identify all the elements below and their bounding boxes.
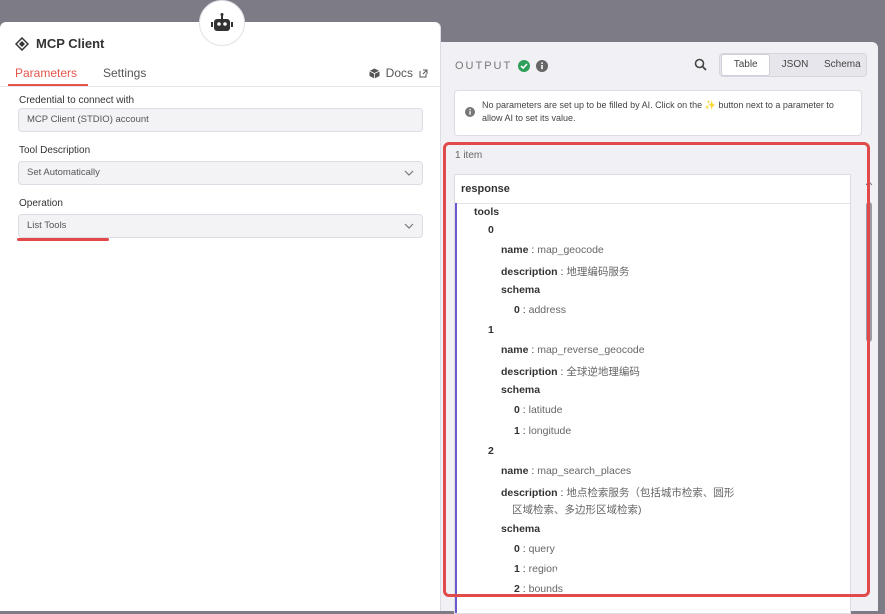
item-count: 1 item (455, 150, 483, 161)
tree-entry-name[interactable]: name : map_reverse_geocode (501, 344, 645, 356)
docs-label: Docs (385, 66, 413, 80)
active-tab-indicator (8, 84, 88, 86)
tab-settings[interactable]: Settings (103, 66, 146, 80)
view-json-button[interactable]: JSON (771, 55, 818, 75)
output-header: OUTPUT (455, 60, 549, 72)
tree-entry-description[interactable]: description : 地理编码服务 (501, 264, 629, 279)
tree-entry-name[interactable]: name : map_geocode (501, 244, 604, 256)
tree-key-tools[interactable]: tools (474, 206, 499, 218)
credential-select[interactable]: MCP Client (STDIO) account (18, 108, 423, 132)
view-schema-button[interactable]: Schema (819, 55, 866, 75)
tree-entry-description[interactable]: description : 地点检索服务（包括城市检索、圆形 (501, 485, 734, 500)
tree-index-2[interactable]: 2 (488, 445, 494, 457)
box-icon (368, 68, 380, 78)
chevron-down-icon (404, 170, 414, 176)
view-mode-toggle: Table JSON Schema (719, 53, 867, 77)
tree-schema-item[interactable]: 0 : query (514, 543, 555, 555)
tool-description-label: Tool Description (19, 145, 91, 156)
operation-value: List Tools (27, 220, 67, 231)
tree-entry-description[interactable]: description : 全球逆地理编码 (501, 364, 640, 379)
column-header: response (455, 175, 850, 204)
node-robot-icon (199, 0, 245, 46)
operation-select[interactable]: List Tools (18, 214, 423, 238)
watermark-text: 公众号 · 产品经理瞎比比 (589, 566, 798, 586)
tree-schema-item[interactable]: 1 : longitude (514, 425, 571, 437)
info-icon[interactable] (536, 60, 549, 72)
output-table: response tools 0 name : map_geocode desc… (454, 174, 851, 614)
view-table-button[interactable]: Table (721, 54, 771, 76)
scroll-up-icon[interactable] (865, 180, 873, 188)
output-title: OUTPUT (455, 60, 513, 72)
credential-label: Credential to connect with (19, 95, 135, 106)
tree-key-schema[interactable]: schema (501, 284, 540, 296)
search-icon[interactable] (694, 58, 707, 71)
operation-label: Operation (19, 198, 63, 209)
tool-description-select[interactable]: Set Automatically (18, 161, 423, 185)
output-panel: OUTPUT Table JSON Schema No parameters a… (441, 42, 878, 614)
tool-description-value: Set Automatically (27, 167, 100, 178)
credential-value: MCP Client (STDIO) account (27, 114, 149, 125)
node-header: MCP Client (15, 36, 104, 51)
ai-info-text: No parameters are set up to be filled by… (482, 100, 834, 123)
mcp-icon (15, 36, 29, 51)
external-link-icon (419, 69, 428, 77)
annotation-underline (17, 238, 109, 241)
output-scrollbar[interactable] (865, 180, 873, 600)
success-check-icon (518, 60, 531, 72)
tree-schema-item[interactable]: 0 : latitude (514, 404, 562, 416)
scroll-thumb[interactable] (866, 202, 872, 342)
chevron-down-icon (404, 223, 414, 229)
tree-index-1[interactable]: 1 (488, 324, 494, 336)
tree-index-0[interactable]: 0 (488, 224, 494, 236)
node-title[interactable]: MCP Client (36, 36, 104, 51)
tab-parameters[interactable]: Parameters (15, 66, 77, 80)
node-tabs: Parameters Settings Docs (0, 64, 440, 87)
tree-entry-description-cont: 区域检索、多边形区域检索) (512, 504, 642, 516)
watermark: 公众号 · 产品经理瞎比比 (555, 562, 798, 588)
tree-schema-item[interactable]: 1 : region (514, 563, 558, 575)
node-parameters-panel: MCP Client Parameters Settings Docs Cred… (0, 22, 441, 611)
tree-schema-item[interactable]: 0 : address (514, 304, 566, 316)
wechat-icon (556, 565, 580, 585)
tree-key-schema[interactable]: schema (501, 384, 540, 396)
tree-key-schema[interactable]: schema (501, 523, 540, 535)
tree-entry-name[interactable]: name : map_search_places (501, 465, 631, 477)
tree-guide-line (455, 203, 457, 613)
ai-info-notice: No parameters are set up to be filled by… (454, 90, 862, 136)
docs-link[interactable]: Docs (368, 66, 428, 80)
info-icon (465, 107, 475, 117)
